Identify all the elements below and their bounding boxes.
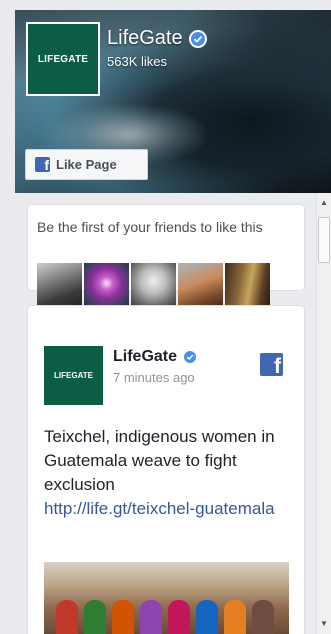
page-cover[interactable]: LIFEGATE LifeGate 563K likes f Like Page [15, 10, 331, 193]
post-author-avatar[interactable]: LIFEGATE [44, 346, 103, 405]
page-name[interactable]: LifeGate [107, 27, 207, 50]
vertical-scrollbar[interactable]: ▲ ▼ [316, 193, 331, 634]
post-message: Teixchel, indigenous women in Guatemala … [44, 427, 275, 494]
friends-like-card: Be the first of your friends to like thi… [28, 205, 304, 308]
fan-avatar[interactable] [84, 263, 129, 308]
image-figure [112, 600, 134, 634]
verified-check-icon [182, 349, 199, 365]
facebook-f-icon: f [35, 157, 50, 172]
post-card: LIFEGATE LifeGate 7 minutes ago f Teixch… [28, 306, 304, 634]
page-likes-count: 563K likes [107, 54, 167, 69]
image-figure [140, 600, 162, 634]
post-link[interactable]: http://life.gt/teixchel-guatemala [44, 497, 294, 521]
like-page-button[interactable]: f Like Page [25, 149, 148, 180]
scroll-up-arrow-icon[interactable]: ▲ [317, 196, 331, 210]
fan-avatar[interactable] [225, 263, 270, 308]
verified-check-icon [188, 29, 207, 48]
timeline-scroll-area[interactable]: Be the first of your friends to like thi… [15, 193, 316, 634]
page-logo-text: LIFEGATE [37, 53, 89, 65]
image-figure [224, 600, 246, 634]
fan-avatar[interactable] [37, 263, 82, 308]
page-name-text[interactable]: LifeGate [107, 27, 183, 50]
friend-avatars [37, 263, 272, 308]
image-figure [84, 600, 106, 634]
page-profile-picture[interactable]: LIFEGATE [26, 22, 100, 96]
post-author[interactable]: LifeGate [113, 348, 199, 366]
friends-like-text: Be the first of your friends to like thi… [37, 219, 263, 235]
image-figure [252, 600, 274, 634]
scrollbar-thumb[interactable] [318, 217, 330, 263]
post-image[interactable] [44, 562, 289, 634]
image-figure [168, 600, 190, 634]
image-figure [196, 600, 218, 634]
image-figure [56, 600, 78, 634]
post-author-name[interactable]: LifeGate [113, 348, 177, 366]
post-timestamp[interactable]: 7 minutes ago [113, 370, 195, 385]
scroll-down-arrow-icon[interactable]: ▼ [317, 617, 331, 631]
facebook-logo-icon[interactable]: f [260, 353, 283, 376]
post-logo-text: LIFEGATE [54, 371, 93, 380]
fan-avatar[interactable] [178, 263, 223, 308]
fan-avatar[interactable] [131, 263, 176, 308]
like-page-label: Like Page [56, 157, 117, 172]
